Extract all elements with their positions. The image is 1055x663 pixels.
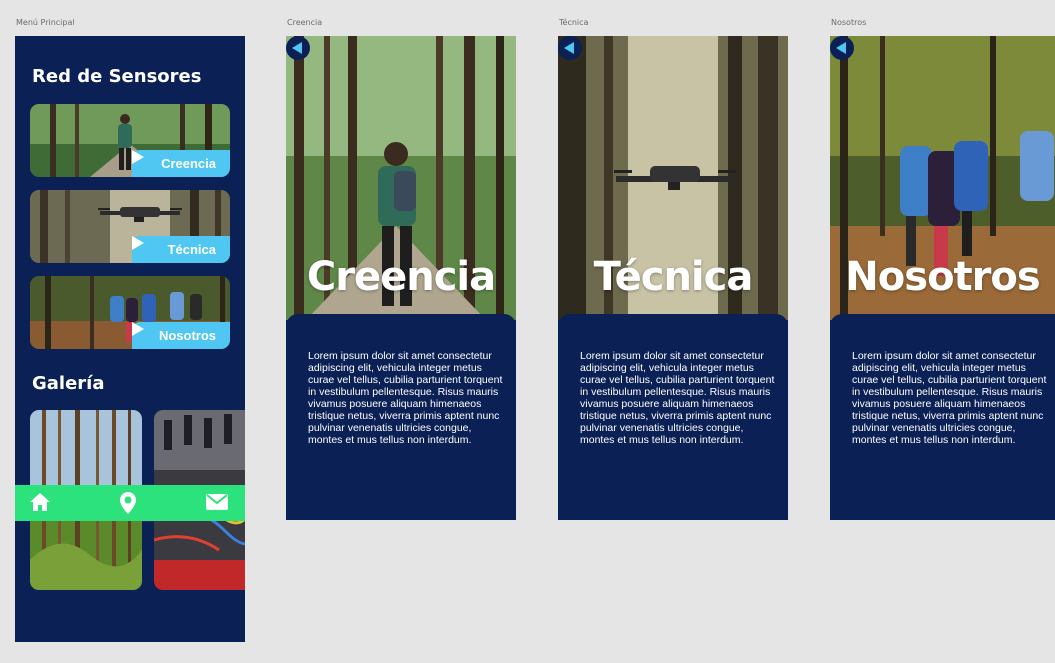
card-nosotros-button[interactable]: Nosotros bbox=[132, 322, 230, 349]
play-arrow-icon bbox=[132, 322, 144, 336]
play-arrow-icon bbox=[132, 236, 144, 250]
tecnica-title: Técnica bbox=[593, 254, 754, 300]
bottom-navigation-bar bbox=[15, 485, 245, 521]
back-arrow-icon[interactable] bbox=[286, 36, 310, 60]
menu-title: Red de Sensores bbox=[32, 66, 202, 87]
creencia-title: Creencia bbox=[306, 254, 496, 300]
artboard-label-menu: Menú Principal bbox=[16, 18, 75, 27]
card-creencia[interactable]: Creencia bbox=[30, 104, 230, 177]
card-nosotros[interactable]: Nosotros bbox=[30, 276, 230, 349]
artboard-label-nosotros: Nosotros bbox=[831, 18, 867, 27]
tecnica-hero: Técnica bbox=[558, 36, 788, 320]
nosotros-title: Nosotros bbox=[845, 254, 1040, 300]
tecnica-content-panel: Lorem ipsum dolor sit amet consectetur a… bbox=[558, 314, 788, 520]
nosotros-content-panel: Lorem ipsum dolor sit amet consectetur a… bbox=[830, 314, 1055, 520]
creencia-body-text: Lorem ipsum dolor sit amet consectetur a… bbox=[308, 350, 503, 446]
card-tecnica-label: Técnica bbox=[167, 242, 216, 257]
home-icon[interactable] bbox=[29, 491, 51, 513]
creencia-hero: Creencia bbox=[286, 36, 516, 320]
mail-icon[interactable] bbox=[205, 493, 229, 511]
card-creencia-button[interactable]: Creencia bbox=[132, 150, 230, 177]
back-arrow-icon[interactable] bbox=[558, 36, 582, 60]
creencia-content-panel: Lorem ipsum dolor sit amet consectetur a… bbox=[286, 314, 516, 520]
artboard-label-creencia: Creencia bbox=[287, 18, 323, 27]
card-tecnica[interactable]: Técnica bbox=[30, 190, 230, 263]
card-tecnica-button[interactable]: Técnica bbox=[132, 236, 230, 263]
card-nosotros-label: Nosotros bbox=[158, 328, 216, 343]
gallery-title: Galería bbox=[32, 373, 105, 394]
nosotros-hero: Nosotros bbox=[830, 36, 1055, 320]
tecnica-body-text: Lorem ipsum dolor sit amet consectetur a… bbox=[580, 350, 775, 446]
artboard-label-tecnica: Técnica bbox=[559, 18, 589, 27]
creencia-screen: Creencia Lorem ipsum dolor sit amet cons… bbox=[286, 36, 516, 520]
location-pin-icon[interactable] bbox=[119, 491, 137, 515]
play-arrow-icon bbox=[132, 150, 144, 164]
menu-principal-screen: Red de Sensores Creencia Técnica Nosotro… bbox=[15, 36, 245, 642]
back-arrow-icon[interactable] bbox=[830, 36, 854, 60]
tecnica-screen: Técnica Lorem ipsum dolor sit amet conse… bbox=[558, 36, 788, 520]
card-creencia-label: Creencia bbox=[161, 156, 216, 171]
nosotros-screen: Nosotros Lorem ipsum dolor sit amet cons… bbox=[830, 36, 1055, 520]
nosotros-body-text: Lorem ipsum dolor sit amet consectetur a… bbox=[852, 350, 1047, 446]
